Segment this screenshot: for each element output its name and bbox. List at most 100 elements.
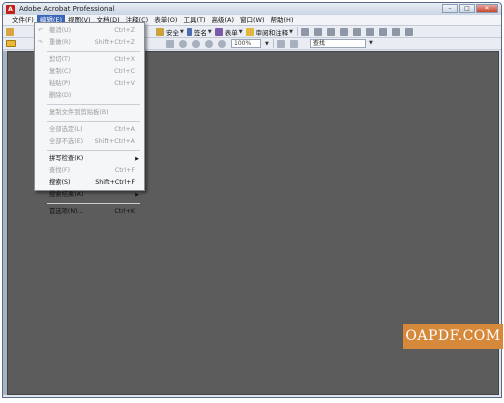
- fit-page-button[interactable]: [166, 39, 176, 48]
- menu-item-deselect-all[interactable]: 全部不选(E) Shift+Ctrl+A: [35, 136, 144, 148]
- zoom-in-button[interactable]: [218, 39, 228, 48]
- menu-item-shortcut: Ctrl+Z: [114, 27, 135, 34]
- menu-item-label: 撤消(U): [49, 27, 72, 34]
- sign-label: 签名: [193, 28, 207, 37]
- zoom-level-field[interactable]: 100%: [231, 39, 261, 48]
- menu-item-copy-file-to-clipboard[interactable]: 复制文件到剪贴板(B): [35, 107, 144, 119]
- snapshot-tool-button[interactable]: [326, 27, 337, 36]
- menu-item-shortcut: Shift+Ctrl+F: [95, 179, 135, 186]
- zoom-tool-button[interactable]: [192, 39, 202, 48]
- window-title: Adobe Acrobat Professional: [19, 5, 115, 13]
- forms-button[interactable]: 表单 ▼: [214, 27, 243, 37]
- zoom-in-icon: [218, 39, 226, 48]
- chevron-down-icon: ▼: [265, 40, 269, 47]
- menu-separator: [47, 150, 140, 151]
- select-tool-button[interactable]: [300, 27, 311, 36]
- menu-item-label: 查找(F): [49, 167, 71, 174]
- menu-item-paste[interactable]: 粘贴(P) Ctrl+V: [35, 78, 144, 90]
- toolbar-separator: [296, 27, 298, 36]
- link-tool-button[interactable]: [404, 27, 415, 36]
- menu-item-label: 搜索(S): [49, 179, 71, 186]
- undo-icon: ↶: [38, 27, 44, 34]
- menu-item-cut[interactable]: 剪切(T) Ctrl+X: [35, 54, 144, 66]
- magnifier-icon: [192, 39, 200, 48]
- menu-separator: [47, 51, 140, 52]
- text-edit-tool-button[interactable]: [391, 27, 402, 36]
- window-controls: – □ ✕: [441, 4, 498, 13]
- snapshot-icon: [326, 27, 335, 36]
- hand-tool-button[interactable]: [313, 27, 324, 36]
- maximize-button[interactable]: □: [459, 4, 475, 13]
- hand-icon: [313, 27, 322, 36]
- note-icon: [365, 27, 374, 36]
- menu-item-search[interactable]: 搜索(S) Shift+Ctrl+F: [35, 177, 144, 189]
- link-icon: [404, 27, 413, 36]
- menu-item-preferences[interactable]: 首选项(N)... Ctrl+K: [35, 206, 144, 218]
- comment-icon: [245, 27, 254, 36]
- menu-item-find[interactable]: 查找(F) Ctrl+F: [35, 165, 144, 177]
- menu-item-shortcut: Shift+Ctrl+A: [94, 138, 135, 145]
- lock-icon: [156, 27, 164, 36]
- review-comment-button[interactable]: 审阅和注释 ▼: [245, 27, 293, 37]
- menu-item-delete[interactable]: 删除(D): [35, 90, 144, 102]
- find-input-text: 查找: [312, 40, 325, 47]
- menu-help[interactable]: 帮助(H): [268, 15, 297, 25]
- menu-item-shortcut: Ctrl+F: [114, 167, 135, 174]
- menu-window[interactable]: 窗口(W): [237, 15, 268, 25]
- paperclip-icon: [352, 27, 361, 36]
- sign-button[interactable]: 签名 ▼: [186, 27, 212, 37]
- zoom-out-button[interactable]: [205, 39, 215, 48]
- menu-item-shortcut: Ctrl+V: [114, 80, 135, 87]
- chevron-down-icon: ▼: [180, 28, 184, 35]
- menu-item-select-all[interactable]: 全部选定(L) Ctrl+A: [35, 124, 144, 136]
- forms-label: 表单: [224, 28, 238, 37]
- cursor-icon: [300, 27, 309, 36]
- security-label: 安全: [166, 28, 179, 37]
- create-pdf-button[interactable]: [6, 27, 16, 36]
- security-button[interactable]: 安全 ▼: [156, 27, 184, 37]
- continuous-page-icon: [289, 39, 298, 48]
- open-folder-icon[interactable]: [6, 40, 16, 47]
- highlight-tool-button[interactable]: [378, 27, 389, 36]
- menu-item-label: 重做(R): [49, 39, 71, 46]
- attach-tool-button[interactable]: [352, 27, 363, 36]
- continuous-page-button[interactable]: [289, 39, 300, 48]
- menu-tools[interactable]: 工具(T): [180, 15, 208, 25]
- menu-item-redo[interactable]: ↷ 重做(R) Shift+Ctrl+Z: [35, 37, 144, 49]
- menu-item-shortcut: Shift+Ctrl+Z: [94, 39, 135, 46]
- zoom-out-icon: [205, 39, 213, 48]
- find-input[interactable]: 查找 ▼: [309, 39, 373, 48]
- toolbar-separator: [272, 39, 274, 48]
- chevron-down-icon: ▼: [289, 28, 293, 35]
- stamp-icon: [339, 27, 348, 36]
- rotate-icon: [179, 39, 187, 48]
- menu-item-label: 粘贴(P): [49, 80, 71, 87]
- note-tool-button[interactable]: [365, 27, 376, 36]
- single-page-button[interactable]: [276, 39, 287, 48]
- menu-forms[interactable]: 表单(O): [151, 15, 180, 25]
- menu-item-label: 全部选定(L): [49, 126, 83, 133]
- minimize-button[interactable]: –: [442, 4, 458, 13]
- review-label: 审阅和注释: [255, 28, 289, 37]
- pen-icon: [186, 27, 192, 36]
- stamp-tool-button[interactable]: [339, 27, 350, 36]
- submenu-arrow-icon: ▶: [135, 156, 139, 162]
- menu-item-label: 复制文件到剪贴板(B): [49, 109, 109, 116]
- menu-item-label: 首选项(N)...: [49, 208, 84, 215]
- watermark-logo: OAPDF.COM: [403, 324, 503, 349]
- menu-file[interactable]: 文件(F): [9, 15, 37, 25]
- title-bar[interactable]: A Adobe Acrobat Professional – □ ✕: [3, 3, 501, 15]
- zoom-dropdown-button[interactable]: ▼: [264, 41, 269, 47]
- menu-item-label: 搜索结果(A): [49, 191, 84, 198]
- rotate-button[interactable]: [179, 39, 189, 48]
- menu-item-spell-check[interactable]: 拼写检查(K) ▶: [35, 153, 144, 165]
- menu-item-shortcut: Ctrl+K: [114, 208, 135, 215]
- menu-advanced[interactable]: 高级(A): [208, 15, 237, 25]
- menu-item-copy[interactable]: 复制(C) Ctrl+C: [35, 66, 144, 78]
- close-button[interactable]: ✕: [476, 4, 498, 13]
- highlight-icon: [378, 27, 387, 36]
- chevron-down-icon[interactable]: ▼: [369, 40, 373, 47]
- menu-item-shortcut: Ctrl+X: [114, 56, 135, 63]
- menu-item-undo[interactable]: ↶ 撤消(U) Ctrl+Z: [35, 25, 144, 37]
- menu-item-search-results[interactable]: 搜索结果(A) ▶: [35, 189, 144, 201]
